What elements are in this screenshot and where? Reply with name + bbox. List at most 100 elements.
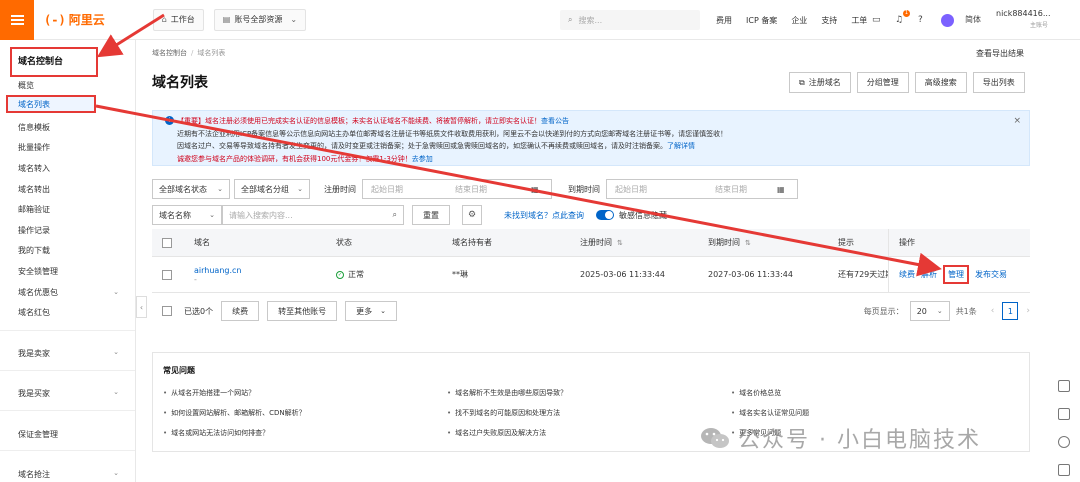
aliyun-logo[interactable]: (-) 阿里云 bbox=[44, 11, 105, 28]
group-manage-button[interactable]: 分组管理 bbox=[856, 72, 909, 93]
faq-item[interactable]: 域名或网站无法访问如何排查？ bbox=[163, 428, 447, 438]
publish-trade-link[interactable]: 发布交易 bbox=[975, 269, 1007, 280]
select-all-checkbox[interactable] bbox=[162, 237, 172, 248]
sidebar-item-templates[interactable]: 信息模板 bbox=[18, 122, 50, 133]
chevron-down-icon[interactable]: ⌄ bbox=[113, 469, 119, 477]
resource-scope-select[interactable]: ▤ 账号全部资源 ⌄ bbox=[213, 8, 307, 31]
reset-button[interactable]: 重置 bbox=[412, 205, 450, 225]
sidebar-section-deposit[interactable]: 保证金管理 bbox=[18, 429, 58, 440]
terminal-icon[interactable]: ▭ bbox=[872, 15, 882, 25]
sidebar-item-downloads[interactable]: 我的下载 bbox=[18, 245, 50, 256]
sidebar-item-batch[interactable]: 批量操作 bbox=[18, 142, 50, 153]
sidebar-title[interactable]: 域名控制台 bbox=[18, 54, 63, 67]
ai-assistant-icon[interactable] bbox=[941, 13, 954, 27]
manage-link[interactable]: 管理 bbox=[943, 265, 969, 284]
sensitive-toggle[interactable] bbox=[596, 210, 614, 220]
search-icon[interactable]: ⌕ bbox=[393, 210, 397, 220]
settings-icon[interactable] bbox=[1058, 436, 1070, 448]
exp-start-date[interactable]: 起始日期 bbox=[607, 184, 707, 195]
sidebar-collapse-button[interactable]: ‹ bbox=[136, 296, 147, 318]
status-select[interactable]: 全部域名状态 ⌄ bbox=[152, 179, 230, 199]
top-link-ticket[interactable]: 工单 bbox=[851, 15, 867, 26]
expire-time-range[interactable]: 起始日期 结束日期 ▦ bbox=[606, 179, 798, 199]
bell-icon[interactable]: ♫ 1 bbox=[895, 10, 910, 25]
domain-name-link[interactable]: airhuang.cn bbox=[194, 266, 241, 275]
notice-announcement-link[interactable]: 查看公告 bbox=[541, 117, 569, 125]
sidebar-section-seller[interactable]: 我是卖家 bbox=[18, 348, 50, 359]
chevron-down-icon[interactable]: ⌄ bbox=[113, 348, 119, 356]
row-checkbox[interactable] bbox=[162, 269, 172, 280]
batch-renew-button[interactable]: 续费 bbox=[221, 301, 260, 321]
not-found-link[interactable]: 未找到域名？点此查询 bbox=[504, 210, 584, 221]
faq-item[interactable]: 域名实名认证常见问题 bbox=[731, 408, 1015, 418]
reg-time-label: 注册时间 bbox=[324, 184, 356, 194]
reg-end-date[interactable]: 结束日期 bbox=[447, 184, 531, 195]
faq-item[interactable]: 域名过户失败原因及解决方法 bbox=[447, 428, 731, 438]
faq-item[interactable]: 如何设置网站解析、邮箱解析、CDN解析？ bbox=[163, 408, 447, 418]
chevron-down-icon[interactable]: ⌄ bbox=[113, 288, 119, 296]
top-link-enterprise[interactable]: 企业 bbox=[791, 15, 807, 26]
top-link-fees[interactable]: 费用 bbox=[716, 15, 732, 26]
sidebar-item-security-lock[interactable]: 安全锁管理 bbox=[18, 266, 58, 277]
notice-survey-link[interactable]: 去参加 bbox=[412, 155, 433, 163]
top-link-support[interactable]: 支持 bbox=[821, 15, 837, 26]
faq-item[interactable]: 域名价格总览 bbox=[731, 388, 1015, 398]
sidebar-item-domain-list[interactable]: 域名列表 bbox=[6, 95, 96, 113]
col-exp-time[interactable]: 到期时间 ⇅ bbox=[708, 229, 751, 256]
faq-item[interactable]: 从域名开始搭建一个网站？ bbox=[163, 388, 447, 398]
sidebar-item-email-verify[interactable]: 邮箱验证 bbox=[18, 204, 50, 215]
language-switch[interactable]: 简体 bbox=[965, 15, 981, 25]
chevron-down-icon[interactable]: ⌄ bbox=[113, 388, 119, 396]
sidebar-section-buyer[interactable]: 我是买家 bbox=[18, 388, 50, 399]
document-icon[interactable] bbox=[1058, 408, 1070, 420]
sort-icon[interactable]: ⇅ bbox=[617, 239, 623, 247]
sort-icon[interactable]: ⇅ bbox=[745, 239, 751, 247]
workbench-button[interactable]: ⌂ 工作台 bbox=[152, 8, 204, 31]
search-field-select[interactable]: 域名名称 ⌄ bbox=[152, 205, 222, 225]
sidebar-item-discount-pack[interactable]: 域名优惠包 bbox=[18, 287, 58, 298]
export-list-button[interactable]: 导出列表 bbox=[972, 72, 1025, 93]
menu-icon[interactable] bbox=[0, 0, 34, 40]
faq-item[interactable]: 找不到域名的可能原因和处理方法 bbox=[447, 408, 731, 418]
per-page-select[interactable]: 20 ⌄ bbox=[909, 301, 950, 321]
more-button[interactable]: 更多 ⌄ bbox=[345, 301, 397, 321]
advanced-search-button[interactable]: 高级搜索 bbox=[914, 72, 967, 93]
exp-end-date[interactable]: 结束日期 bbox=[707, 184, 777, 195]
transfer-account-button[interactable]: 转至其他账号 bbox=[267, 301, 338, 321]
breadcrumb-root[interactable]: 域名控制台 bbox=[152, 49, 187, 57]
renew-link[interactable]: 续费 bbox=[899, 269, 915, 280]
register-domain-button[interactable]: ⧉ 注册域名 bbox=[789, 72, 851, 93]
export-results-link[interactable]: 查看导出结果 bbox=[976, 48, 1024, 59]
domain-search-input[interactable]: 请输入搜索内容... ⌕ bbox=[222, 205, 404, 225]
reg-time-range[interactable]: 起始日期 结束日期 ▦ bbox=[362, 179, 552, 199]
help-icon[interactable]: ? bbox=[918, 15, 928, 25]
filter-row-2: 域名名称 ⌄ 请输入搜索内容... ⌕ 重置 ⚙ 未找到域名？点此查询 敏感信息隐藏 bbox=[152, 205, 667, 225]
sidebar-item-logs[interactable]: 操作记录 bbox=[18, 225, 50, 236]
user-menu[interactable]: nick884416... 主账号 bbox=[996, 9, 1076, 29]
group-select[interactable]: 全部域名分组 ⌄ bbox=[234, 179, 310, 199]
prev-page-icon[interactable]: ‹ bbox=[991, 306, 995, 316]
sidebar-item-overview[interactable]: 概览 bbox=[18, 80, 34, 91]
gear-icon[interactable]: ⚙ bbox=[462, 205, 482, 225]
sidebar-item-transfer-in[interactable]: 域名转入 bbox=[18, 163, 50, 174]
global-search-input[interactable]: ⌕ 搜索... bbox=[560, 10, 700, 30]
sidebar-item-red-packet[interactable]: 域名红包 bbox=[18, 307, 50, 318]
page-number-button[interactable]: 1 bbox=[1002, 302, 1019, 320]
resolve-link[interactable]: 解析 bbox=[921, 269, 937, 280]
next-page-icon[interactable]: › bbox=[1026, 306, 1030, 316]
footer-select-checkbox[interactable] bbox=[162, 306, 172, 316]
calendar-icon[interactable]: ▦ bbox=[531, 185, 551, 194]
top-link-icp[interactable]: ICP 备案 bbox=[746, 15, 777, 26]
sidebar: 域名控制台 概览 域名列表 信息模板 批量操作 域名转入 域名转出 邮箱验证 操… bbox=[0, 40, 136, 482]
reg-start-date[interactable]: 起始日期 bbox=[363, 184, 447, 195]
edit-icon[interactable] bbox=[1058, 464, 1070, 476]
sidebar-section-snapup[interactable]: 域名抢注 bbox=[18, 469, 50, 480]
sidebar-item-transfer-out[interactable]: 域名转出 bbox=[18, 184, 50, 195]
col-reg-time[interactable]: 注册时间 ⇅ bbox=[580, 229, 623, 256]
feedback-icon[interactable] bbox=[1058, 380, 1070, 392]
close-icon[interactable]: × bbox=[1013, 115, 1021, 128]
faq-item[interactable]: 域名解析不生效是由哪些原因导致？ bbox=[447, 388, 731, 398]
notice-badge: 1 bbox=[902, 10, 910, 17]
calendar-icon[interactable]: ▦ bbox=[777, 185, 797, 194]
notice-details-link[interactable]: 了解详情 bbox=[667, 142, 695, 150]
